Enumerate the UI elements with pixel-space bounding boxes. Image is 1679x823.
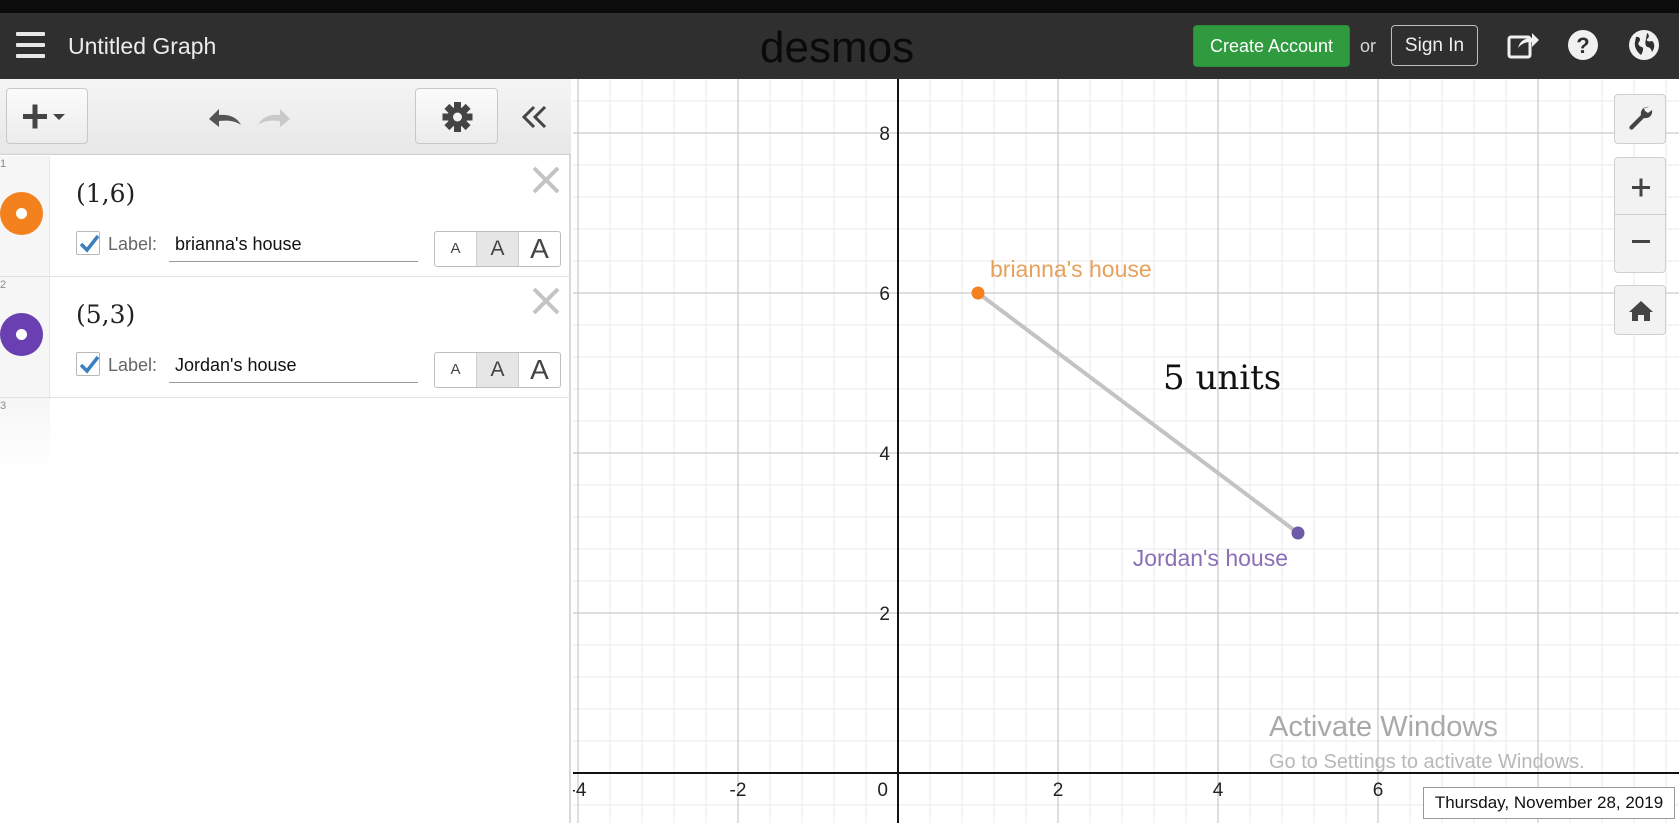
redo-icon[interactable] (254, 101, 294, 133)
home-icon (1629, 301, 1653, 321)
label-size-small[interactable]: A (435, 232, 477, 266)
y-tick-label: 6 (879, 284, 890, 305)
label-checkbox[interactable] (76, 352, 100, 376)
label-size-selector: A A A (434, 231, 561, 267)
graph-canvas[interactable]: -4 -2 0 2 4 6 2 4 6 8 brianna's house Jordan's hou… (573, 79, 1679, 823)
expression-row[interactable]: 2 (5,3) Label: A A A (0, 277, 571, 398)
point-label: Jordan's house (1133, 545, 1288, 571)
label-caption: Label: (108, 355, 158, 375)
zoom-controls (1614, 157, 1667, 273)
label-size-selector: A A A (434, 352, 561, 388)
expression-index: 1 (0, 158, 7, 170)
distance-annotation: 5 units (1163, 358, 1282, 398)
expression-gutter: 1 (0, 156, 50, 276)
sign-in-button[interactable]: Sign In (1391, 25, 1478, 66)
label-size-medium[interactable]: A (477, 353, 519, 387)
expression-index: 2 (0, 279, 7, 291)
window-top-strip (0, 0, 1679, 13)
create-account-button[interactable]: Create Account (1193, 25, 1350, 67)
expression-math[interactable]: (1,6) (76, 179, 135, 208)
or-text: or (1360, 36, 1377, 56)
settings-button[interactable] (415, 88, 498, 144)
app-header: Untitled Graph desmos Create Account or … (0, 13, 1679, 79)
label-checkbox[interactable] (76, 231, 100, 255)
zoom-out-button[interactable] (1615, 216, 1667, 273)
plus-icon (1632, 178, 1650, 197)
x-tick-label: 2 (1053, 780, 1064, 801)
expression-toolbar (0, 79, 571, 155)
desmos-logo: desmos (760, 23, 915, 72)
y-tick-label: 4 (879, 444, 890, 465)
undo-icon[interactable] (205, 101, 245, 133)
close-icon[interactable] (530, 164, 562, 196)
graph-svg[interactable]: -4 -2 0 2 4 6 2 4 6 8 brianna's house Jordan's hou… (573, 79, 1679, 823)
expression-gutter: 2 (0, 277, 50, 397)
taskbar-date: Thursday, November 28, 2019 (1423, 787, 1675, 819)
gear-icon (442, 102, 473, 132)
x-tick-label: 6 (1373, 780, 1384, 801)
add-item-button[interactable] (6, 88, 88, 144)
y-tick-label: 8 (879, 124, 890, 145)
zoom-in-button[interactable] (1615, 158, 1667, 215)
point-label: brianna's house (990, 256, 1152, 282)
x-tick-label: 4 (1213, 780, 1224, 801)
close-icon[interactable] (530, 285, 562, 317)
x-tick-label: -2 (730, 780, 747, 801)
expression-math[interactable]: (5,3) (76, 300, 135, 329)
point-style-icon[interactable] (0, 313, 43, 356)
x-tick-label: 0 (877, 780, 888, 801)
menu-icon[interactable] (16, 32, 45, 58)
graph-title[interactable]: Untitled Graph (68, 33, 216, 60)
share-icon[interactable] (1506, 28, 1540, 62)
label-size-medium[interactable]: A (477, 232, 519, 266)
activate-windows-title: Activate Windows (1269, 711, 1498, 743)
label-size-large[interactable]: A (519, 353, 560, 387)
label-input[interactable] (169, 228, 418, 262)
y-tick-label: 2 (879, 604, 890, 625)
svg-text:?: ? (1576, 33, 1589, 58)
graph-point (971, 286, 985, 300)
globe-icon[interactable] (1627, 28, 1661, 62)
label-input[interactable] (169, 349, 418, 383)
wrench-icon (1629, 106, 1653, 130)
label-caption: Label: (108, 234, 158, 254)
minus-icon (1632, 240, 1650, 243)
expression-panel: 1 (1,6) Label: A A A 2 (5,3) Label: (0, 79, 571, 823)
graph-point (1291, 526, 1305, 540)
label-size-large[interactable]: A (519, 232, 560, 266)
default-view-button[interactable] (1614, 285, 1666, 335)
activate-windows-subtitle: Go to Settings to activate Windows. (1269, 751, 1585, 773)
x-tick-label: -4 (573, 780, 587, 801)
label-size-small[interactable]: A (435, 353, 477, 387)
collapse-panel-icon[interactable] (518, 101, 552, 133)
graph-settings-button[interactable] (1614, 94, 1666, 144)
expression-row[interactable]: 1 (1,6) Label: A A A (0, 156, 571, 277)
empty-expression-row[interactable]: 3 (0, 398, 50, 472)
help-icon[interactable]: ? (1566, 28, 1600, 62)
point-style-icon[interactable] (0, 192, 43, 235)
expression-index: 3 (0, 400, 7, 412)
